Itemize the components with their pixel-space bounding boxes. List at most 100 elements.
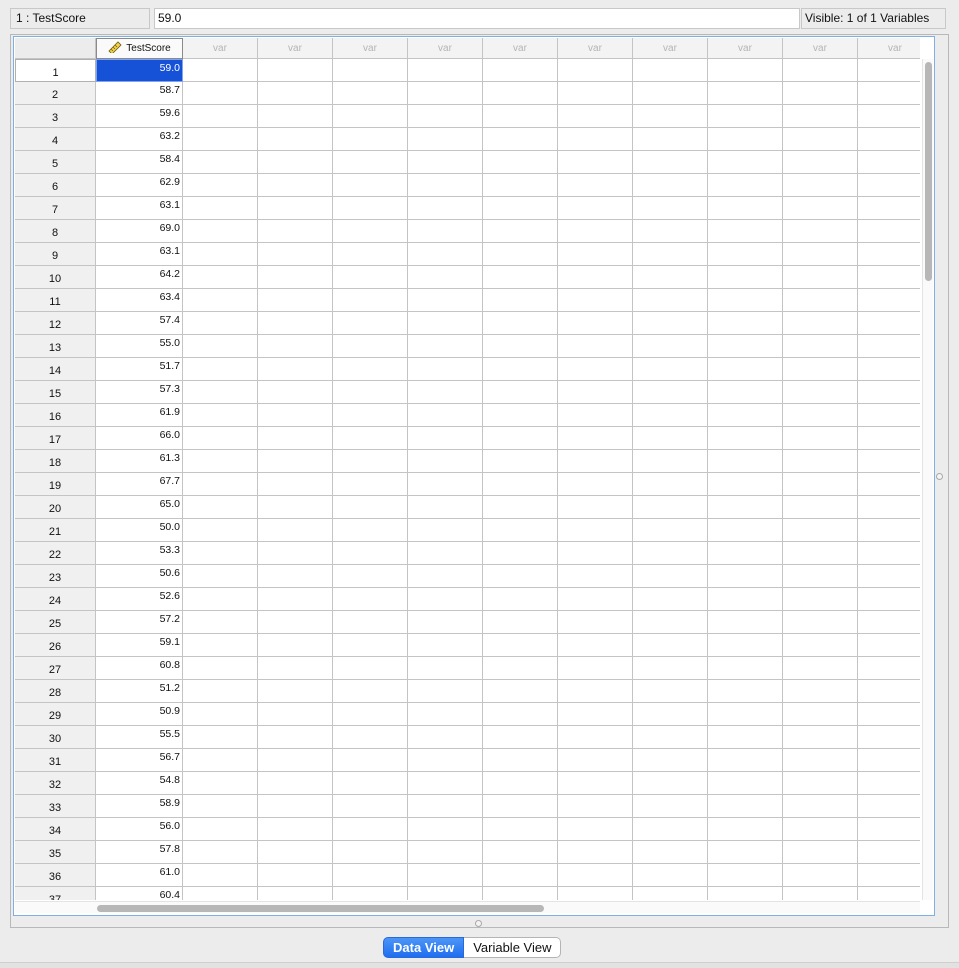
row-header[interactable]: 23 [15, 565, 96, 588]
empty-cell[interactable] [483, 312, 558, 335]
row-header[interactable]: 35 [15, 841, 96, 864]
empty-cell[interactable] [708, 427, 783, 450]
empty-cell[interactable] [858, 841, 920, 864]
empty-cell[interactable] [333, 680, 408, 703]
empty-cell[interactable] [483, 358, 558, 381]
empty-cell[interactable] [258, 381, 333, 404]
tab-variable-view[interactable]: Variable View [464, 937, 562, 958]
empty-cell[interactable] [408, 82, 483, 105]
empty-cell[interactable] [258, 312, 333, 335]
empty-cell[interactable] [183, 59, 258, 82]
data-cell[interactable]: 63.1 [96, 243, 183, 266]
empty-cell[interactable] [333, 473, 408, 496]
empty-cell[interactable] [858, 634, 920, 657]
empty-cell[interactable] [183, 174, 258, 197]
empty-cell[interactable] [183, 588, 258, 611]
empty-cell[interactable] [558, 542, 633, 565]
empty-cell[interactable] [483, 381, 558, 404]
data-cell[interactable]: 62.9 [96, 174, 183, 197]
empty-cell[interactable] [708, 657, 783, 680]
empty-cell[interactable] [633, 887, 708, 900]
empty-cell[interactable] [633, 680, 708, 703]
horizontal-scroll-thumb[interactable] [97, 905, 544, 912]
empty-cell[interactable] [333, 358, 408, 381]
empty-cell[interactable] [483, 864, 558, 887]
empty-cell[interactable] [858, 220, 920, 243]
row-header[interactable]: 31 [15, 749, 96, 772]
empty-cell[interactable] [858, 726, 920, 749]
empty-cell[interactable] [858, 519, 920, 542]
empty-cell[interactable] [183, 772, 258, 795]
data-cell[interactable]: 55.5 [96, 726, 183, 749]
empty-cell[interactable] [783, 358, 858, 381]
empty-cell[interactable] [408, 151, 483, 174]
empty-cell[interactable] [408, 358, 483, 381]
empty-cell[interactable] [558, 266, 633, 289]
row-header[interactable]: 28 [15, 680, 96, 703]
empty-cell[interactable] [333, 611, 408, 634]
empty-cell[interactable] [633, 749, 708, 772]
empty-cell[interactable] [483, 542, 558, 565]
empty-cell[interactable] [858, 312, 920, 335]
empty-cell[interactable] [483, 565, 558, 588]
empty-cell[interactable] [483, 404, 558, 427]
empty-cell[interactable] [558, 128, 633, 151]
empty-cell[interactable] [633, 128, 708, 151]
empty-cell[interactable] [633, 404, 708, 427]
empty-cell[interactable] [708, 289, 783, 312]
empty-cell[interactable] [558, 312, 633, 335]
empty-cell[interactable] [333, 59, 408, 82]
empty-cell[interactable] [633, 772, 708, 795]
empty-cell[interactable] [183, 818, 258, 841]
empty-cell[interactable] [558, 335, 633, 358]
empty-cell[interactable] [708, 312, 783, 335]
empty-cell[interactable] [558, 864, 633, 887]
horizontal-scrollbar[interactable] [15, 901, 920, 913]
empty-cell[interactable] [183, 657, 258, 680]
empty-cell[interactable] [558, 450, 633, 473]
empty-cell[interactable] [183, 887, 258, 900]
empty-cell[interactable] [183, 519, 258, 542]
empty-cell[interactable] [858, 818, 920, 841]
empty-cell[interactable] [858, 174, 920, 197]
empty-cell[interactable] [783, 519, 858, 542]
column-header-var[interactable]: var [258, 38, 333, 59]
empty-cell[interactable] [558, 611, 633, 634]
empty-cell[interactable] [783, 588, 858, 611]
empty-cell[interactable] [483, 519, 558, 542]
empty-cell[interactable] [408, 680, 483, 703]
data-cell[interactable]: 50.9 [96, 703, 183, 726]
empty-cell[interactable] [408, 59, 483, 82]
empty-cell[interactable] [408, 473, 483, 496]
row-header[interactable]: 7 [15, 197, 96, 220]
empty-cell[interactable] [708, 473, 783, 496]
empty-cell[interactable] [858, 772, 920, 795]
empty-cell[interactable] [258, 588, 333, 611]
empty-cell[interactable] [258, 266, 333, 289]
column-header-var[interactable]: var [708, 38, 783, 59]
data-cell[interactable]: 60.8 [96, 657, 183, 680]
row-header[interactable]: 8 [15, 220, 96, 243]
empty-cell[interactable] [708, 151, 783, 174]
empty-cell[interactable] [333, 128, 408, 151]
empty-cell[interactable] [558, 358, 633, 381]
empty-cell[interactable] [333, 289, 408, 312]
empty-cell[interactable] [333, 657, 408, 680]
empty-cell[interactable] [183, 565, 258, 588]
data-cell[interactable]: 51.2 [96, 680, 183, 703]
data-cell[interactable]: 66.0 [96, 427, 183, 450]
empty-cell[interactable] [408, 542, 483, 565]
empty-cell[interactable] [558, 772, 633, 795]
data-cell[interactable]: 52.6 [96, 588, 183, 611]
empty-cell[interactable] [858, 473, 920, 496]
empty-cell[interactable] [258, 657, 333, 680]
empty-cell[interactable] [258, 519, 333, 542]
empty-cell[interactable] [258, 105, 333, 128]
data-cell[interactable]: 57.3 [96, 381, 183, 404]
empty-cell[interactable] [858, 105, 920, 128]
empty-cell[interactable] [258, 726, 333, 749]
empty-cell[interactable] [333, 634, 408, 657]
empty-cell[interactable] [183, 749, 258, 772]
empty-cell[interactable] [258, 887, 333, 900]
empty-cell[interactable] [858, 496, 920, 519]
